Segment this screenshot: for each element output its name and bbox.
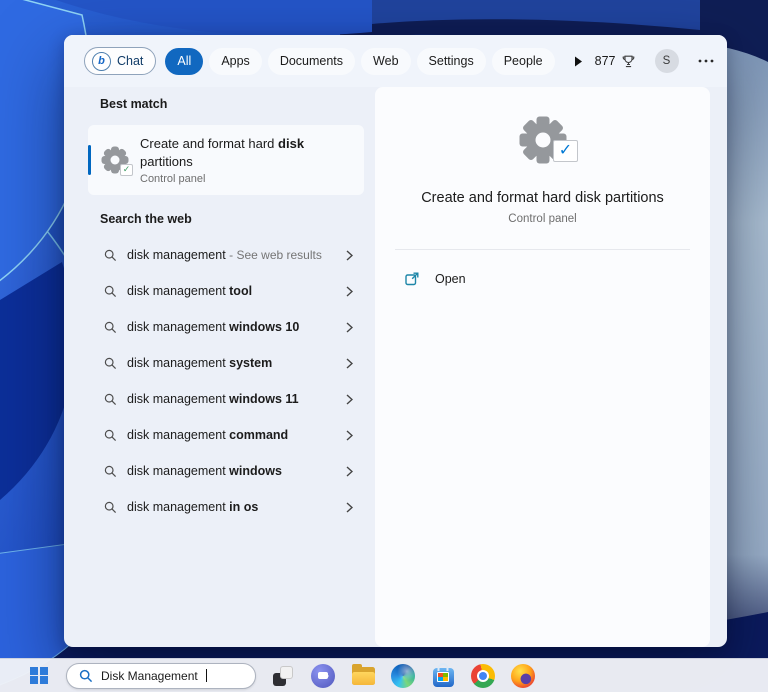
- taskbar-search-box[interactable]: Disk Management: [66, 663, 256, 689]
- search-icon: [104, 393, 117, 406]
- text-cursor: [206, 669, 208, 682]
- rewards-button[interactable]: 877: [589, 53, 642, 70]
- search-icon: [79, 669, 93, 683]
- web-suggestion[interactable]: disk management windows 10: [88, 311, 364, 343]
- task-view-icon: [273, 666, 293, 686]
- chat-button[interactable]: b Chat: [84, 47, 156, 75]
- open-label: Open: [435, 272, 466, 286]
- microsoft-store-button[interactable]: [430, 663, 456, 689]
- preview-subtitle: Control panel: [375, 213, 710, 225]
- open-action[interactable]: Open: [395, 264, 690, 294]
- chrome-icon: [471, 664, 495, 688]
- desktop: b Chat All Apps Documents Web Settings P…: [0, 0, 768, 692]
- web-suggestion-list: disk management - See web results disk m…: [64, 239, 375, 523]
- teams-chat-button[interactable]: [310, 663, 336, 689]
- web-suggestion[interactable]: disk management windows: [88, 455, 364, 487]
- microsoft-store-icon: [433, 668, 454, 687]
- preview-pane: ✓ Create and format hard disk partitions…: [375, 87, 710, 647]
- edge-button[interactable]: [390, 663, 416, 689]
- rewards-trophy-icon: [621, 54, 636, 69]
- taskbar-search-value: Disk Management: [101, 669, 198, 683]
- best-match-result[interactable]: ✓ Create and format hard disk partitions…: [88, 125, 364, 195]
- disk-management-icon: ✓: [101, 147, 128, 174]
- file-explorer-icon: [352, 667, 375, 685]
- chevron-right-icon[interactable]: [344, 356, 355, 371]
- chrome-button[interactable]: [470, 663, 496, 689]
- search-icon: [104, 357, 117, 370]
- best-match-header: Best match: [100, 97, 375, 112]
- chevron-right-icon[interactable]: [344, 464, 355, 479]
- best-match-title: Create and format hard disk partitions: [140, 136, 304, 169]
- search-flyout: b Chat All Apps Documents Web Settings P…: [64, 35, 727, 647]
- task-view-button[interactable]: [270, 663, 296, 689]
- open-external-icon: [404, 271, 420, 287]
- account-avatar[interactable]: S: [655, 49, 679, 73]
- search-icon: [104, 321, 117, 334]
- tab-web[interactable]: Web: [361, 48, 410, 75]
- search-icon: [104, 249, 117, 262]
- chevron-right-icon[interactable]: [344, 392, 355, 407]
- web-suggestion[interactable]: disk management system: [88, 347, 364, 379]
- more-filters-arrow-icon[interactable]: [568, 55, 589, 68]
- windows-logo-icon: [30, 667, 48, 685]
- search-icon: [104, 501, 117, 514]
- start-button[interactable]: [26, 663, 52, 689]
- search-icon: [104, 285, 117, 298]
- tab-apps[interactable]: Apps: [209, 48, 262, 75]
- web-suggestion[interactable]: disk management - See web results: [88, 239, 364, 271]
- chat-label: Chat: [117, 54, 143, 68]
- tab-settings[interactable]: Settings: [417, 48, 486, 75]
- firefox-icon: [511, 664, 535, 688]
- chevron-right-icon[interactable]: [344, 320, 355, 335]
- results-pane: Best match ✓ Create and format hard disk…: [64, 87, 375, 647]
- disk-management-icon-large: ✓: [519, 116, 566, 163]
- taskbar: Disk Management: [0, 658, 768, 692]
- chevron-right-icon[interactable]: [344, 428, 355, 443]
- firefox-button[interactable]: [510, 663, 536, 689]
- web-suggestion[interactable]: disk management windows 11: [88, 383, 364, 415]
- best-match-subtitle: Control panel: [140, 173, 354, 185]
- search-icon: [104, 429, 117, 442]
- chevron-right-icon[interactable]: [344, 248, 355, 263]
- chevron-right-icon[interactable]: [344, 284, 355, 299]
- selection-accent-bar: [88, 145, 91, 175]
- filter-tabs: All Apps Documents Web Settings People: [165, 48, 554, 75]
- search-filter-bar: b Chat All Apps Documents Web Settings P…: [64, 35, 727, 87]
- divider: [395, 249, 690, 250]
- tab-documents[interactable]: Documents: [268, 48, 355, 75]
- check-badge-icon: ✓: [553, 140, 578, 162]
- web-suggestion[interactable]: disk management command: [88, 419, 364, 451]
- web-suggestion[interactable]: disk management in os: [88, 491, 364, 523]
- rewards-points: 877: [595, 54, 616, 68]
- check-badge-icon: ✓: [120, 164, 133, 176]
- more-options-icon[interactable]: [692, 58, 720, 64]
- web-suggestion[interactable]: disk management tool: [88, 275, 364, 307]
- edge-icon: [391, 664, 415, 688]
- tab-all[interactable]: All: [165, 48, 203, 75]
- bing-icon: b: [92, 52, 111, 71]
- file-explorer-button[interactable]: [350, 663, 376, 689]
- teams-chat-icon: [311, 664, 335, 688]
- tab-people[interactable]: People: [492, 48, 555, 75]
- search-web-header: Search the web: [100, 212, 375, 227]
- preview-title: Create and format hard disk partitions: [375, 190, 710, 206]
- search-icon: [104, 465, 117, 478]
- chevron-right-icon[interactable]: [344, 500, 355, 515]
